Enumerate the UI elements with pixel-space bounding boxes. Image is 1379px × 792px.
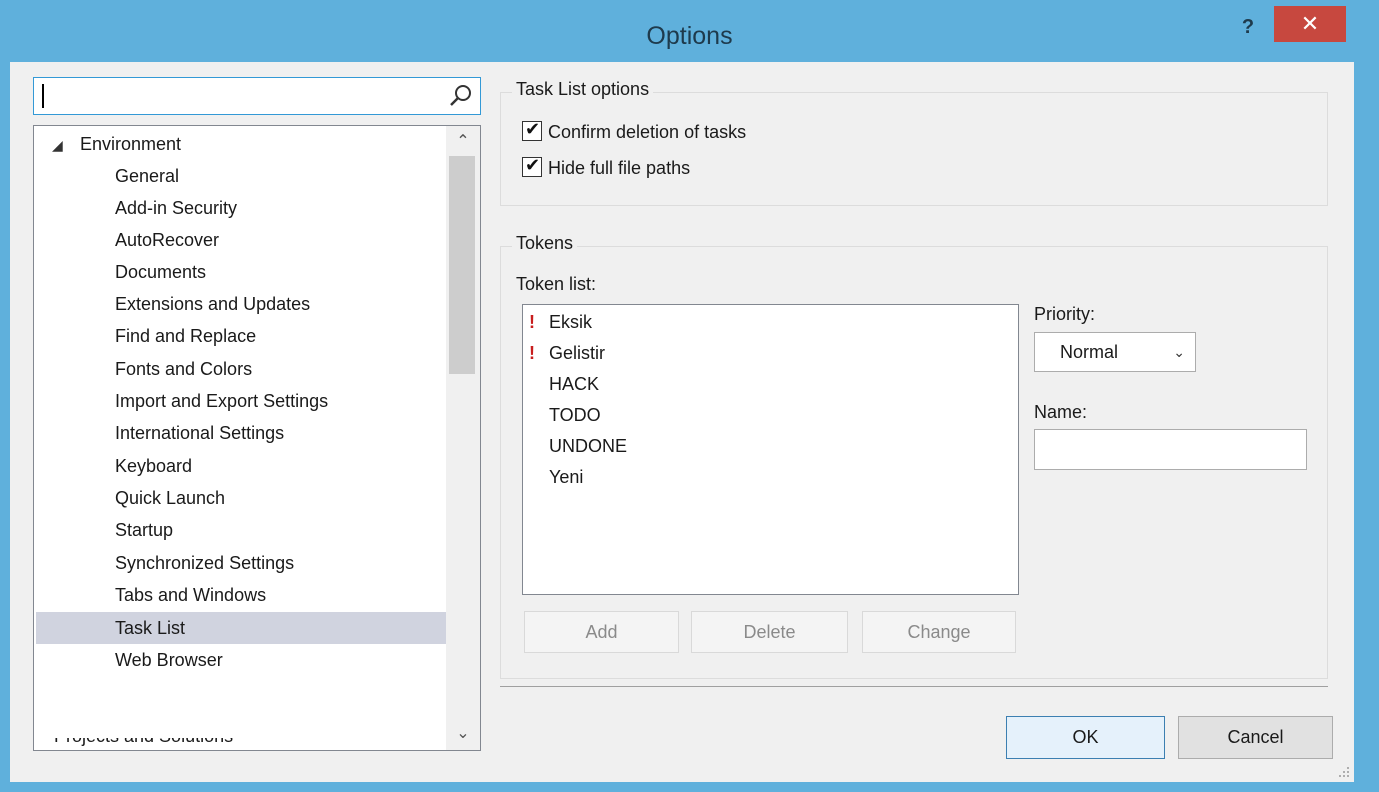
confirm-deletion-checkbox[interactable]: ✔ xyxy=(522,119,542,142)
tree-item[interactable]: Startup xyxy=(34,514,430,546)
tree-item[interactable]: Quick Launch xyxy=(34,482,430,514)
name-label: Name: xyxy=(1034,402,1088,422)
search-input[interactable] xyxy=(40,82,440,112)
cancel-button[interactable]: Cancel xyxy=(1178,716,1333,759)
token-name: Yeni xyxy=(549,467,584,487)
tree-item[interactable]: Tabs and Windows xyxy=(34,579,430,611)
options-search-box[interactable] xyxy=(33,77,481,115)
token-name: UNDONE xyxy=(549,436,628,456)
task-list-options-group xyxy=(500,92,1328,206)
hide-paths-checkbox[interactable]: ✔ xyxy=(522,155,542,178)
tree-item-selected[interactable]: Task List xyxy=(36,612,480,644)
resize-grip-icon[interactable] xyxy=(1336,764,1350,778)
tree-scrollbar[interactable]: ⌃ ⌄ xyxy=(446,126,480,750)
token-item-gelistir[interactable]: ! Gelistir xyxy=(523,338,1018,369)
tokens-title: Tokens xyxy=(512,233,578,254)
hide-paths-label: Hide full file paths xyxy=(548,158,691,178)
dialog-title: Options xyxy=(646,22,733,50)
dialog-body: ◢ Environment General Add-in Security Aut… xyxy=(10,62,1354,782)
close-button[interactable]: ✕ xyxy=(1274,6,1346,42)
add-token-button[interactable]: Add xyxy=(524,611,679,653)
tree-item[interactable]: Documents xyxy=(34,256,430,288)
tree-item[interactable]: Web Browser xyxy=(34,644,430,676)
search-icon[interactable] xyxy=(448,83,474,109)
token-name: TODO xyxy=(549,405,601,425)
collapse-arrow-icon[interactable]: ◢ xyxy=(52,129,80,161)
tree-item-partial[interactable]: Projects and Solutions xyxy=(54,738,284,750)
token-item-hack[interactable]: HACK xyxy=(523,369,1018,400)
task-list-options-title: Task List options xyxy=(512,79,654,100)
change-token-button[interactable]: Change xyxy=(862,611,1016,653)
tree-item-label: Environment xyxy=(80,134,182,154)
token-name: Gelistir xyxy=(549,343,606,363)
token-item-todo[interactable]: TODO xyxy=(523,400,1018,431)
delete-token-button[interactable]: Delete xyxy=(691,611,848,653)
token-name-input[interactable] xyxy=(1035,430,1306,469)
tree-item[interactable]: Find and Replace xyxy=(34,320,430,352)
confirm-deletion-option[interactable]: ✔ Confirm deletion of tasks xyxy=(522,119,746,145)
tree-item[interactable]: AutoRecover xyxy=(34,224,430,256)
priority-label: Priority: xyxy=(1034,304,1096,324)
footer-separator xyxy=(500,686,1328,687)
options-category-tree[interactable]: ◢ Environment General Add-in Security Aut… xyxy=(33,125,481,751)
token-list[interactable]: ! Eksik ! Gelistir HACK TODO UNDONE Yeni xyxy=(522,304,1019,595)
tree-item[interactable]: General xyxy=(34,160,430,192)
priority-high-icon: ! xyxy=(529,312,535,332)
token-item-yeni[interactable]: Yeni xyxy=(523,462,1018,493)
scrollbar-thumb[interactable] xyxy=(449,156,475,374)
tree-item-environment[interactable]: ◢ Environment xyxy=(52,128,181,160)
tree-item[interactable]: Extensions and Updates xyxy=(34,288,430,320)
token-name: HACK xyxy=(549,374,600,394)
confirm-deletion-label: Confirm deletion of tasks xyxy=(548,122,747,142)
token-item-undone[interactable]: UNDONE xyxy=(523,431,1018,462)
text-caret xyxy=(42,84,44,108)
tree-item[interactable]: Keyboard xyxy=(34,450,430,482)
token-list-label: Token list: xyxy=(516,274,597,294)
help-button[interactable]: ? xyxy=(1228,12,1268,42)
tree-item[interactable]: Synchronized Settings xyxy=(34,547,430,579)
scroll-down-icon[interactable]: ⌄ xyxy=(446,718,480,750)
tree-item[interactable]: International Settings xyxy=(34,417,430,449)
priority-high-icon: ! xyxy=(529,343,535,363)
token-name-field[interactable] xyxy=(1034,429,1307,470)
options-dialog: Options ? ✕ ◢ Environment General Add-in … xyxy=(0,0,1379,792)
tree-item[interactable]: Fonts and Colors xyxy=(34,353,430,385)
priority-dropdown[interactable]: Normal ⌄ xyxy=(1034,332,1196,372)
close-icon: ✕ xyxy=(1300,11,1320,36)
chevron-down-icon: ⌄ xyxy=(1173,344,1185,360)
token-name: Eksik xyxy=(549,312,593,332)
priority-value: Normal xyxy=(1060,342,1119,362)
checkmark-icon: ✔ xyxy=(525,155,541,176)
scroll-up-icon[interactable]: ⌃ xyxy=(446,126,480,158)
tree-item-partial-label: Projects and Solutions xyxy=(54,738,284,750)
tree-item[interactable]: Import and Export Settings xyxy=(34,385,430,417)
token-item-eksik[interactable]: ! Eksik xyxy=(523,307,1018,338)
ok-button[interactable]: OK xyxy=(1006,716,1165,759)
tree-item[interactable]: Add-in Security xyxy=(34,192,430,224)
hide-paths-option[interactable]: ✔ Hide full file paths xyxy=(522,155,690,181)
checkmark-icon: ✔ xyxy=(525,119,541,140)
